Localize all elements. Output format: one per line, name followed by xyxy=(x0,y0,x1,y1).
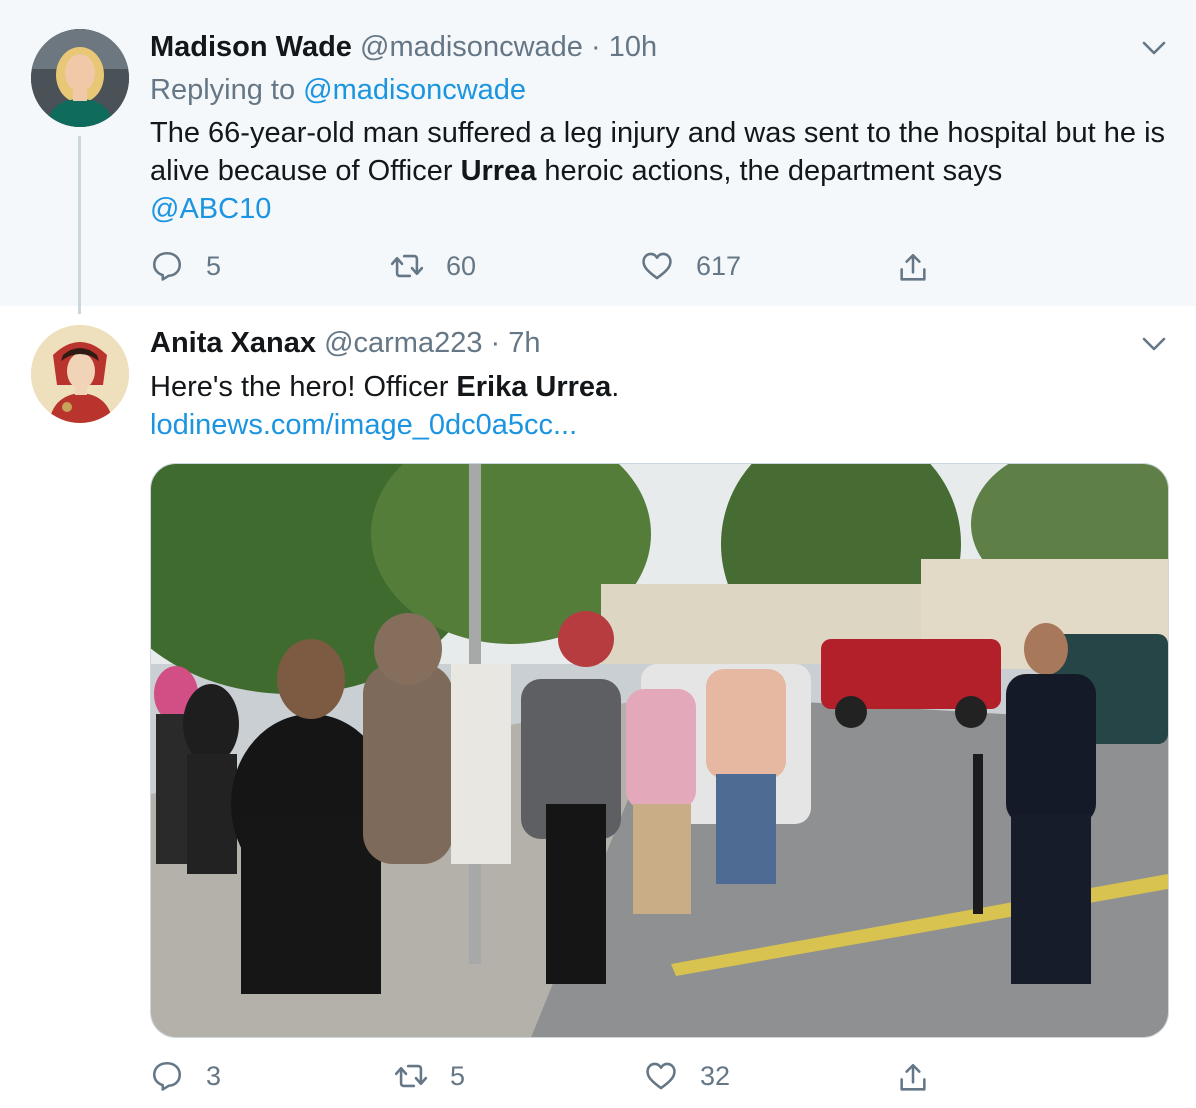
avatar[interactable] xyxy=(31,29,129,127)
tweet-madison-wade[interactable]: Madison Wade @madisoncwade · 10h Replyin… xyxy=(0,0,1196,314)
author-name[interactable]: Anita Xanax xyxy=(150,327,316,359)
street-scene-photo xyxy=(151,464,1168,1037)
like-icon xyxy=(646,1062,676,1090)
share-icon xyxy=(900,253,926,281)
avatar-illustration xyxy=(31,325,129,423)
tweet-header: Madison Wade @madisoncwade · 10h xyxy=(150,29,657,65)
thread-line xyxy=(78,136,81,314)
reply-button[interactable]: 3 xyxy=(150,1056,221,1096)
tweet-text-part: heroic actions, the department says xyxy=(536,155,1003,187)
timestamp[interactable]: 7h xyxy=(508,327,540,359)
share-icon xyxy=(900,1063,926,1091)
author-name[interactable]: Madison Wade xyxy=(150,31,352,63)
retweet-icon xyxy=(390,254,424,278)
replying-label: Replying to xyxy=(150,74,296,106)
like-button[interactable]: 32 xyxy=(644,1056,730,1096)
author-handle[interactable]: @madisoncwade xyxy=(360,31,583,63)
mention-link[interactable]: @ABC10 xyxy=(150,193,271,225)
avatar[interactable] xyxy=(31,325,129,423)
like-button[interactable]: 617 xyxy=(640,246,741,286)
tweet-text-part: . xyxy=(611,371,620,403)
like-count: 617 xyxy=(696,250,742,281)
timestamp[interactable]: 10h xyxy=(609,31,657,63)
retweet-icon xyxy=(394,1064,428,1088)
tweet-text-bold: Erika Urrea xyxy=(456,371,612,403)
like-count: 32 xyxy=(700,1060,731,1091)
retweet-count: 60 xyxy=(446,250,477,281)
reply-button[interactable]: 5 xyxy=(150,246,221,286)
tweet-text-part: Here's the hero! Officer xyxy=(150,371,457,403)
tweet-photo[interactable] xyxy=(150,463,1169,1038)
chevron-down-icon[interactable] xyxy=(1140,330,1168,358)
tweet-text: Here's the hero! Officer Erika Urrea. lod… xyxy=(150,368,1180,444)
separator-dot: · xyxy=(590,31,601,63)
reply-icon xyxy=(152,1061,182,1091)
url-link[interactable]: lodinews.com/image_0dc0a5cc... xyxy=(150,409,577,441)
separator-dot: · xyxy=(490,327,501,359)
tweet-header: Anita Xanax @carma223 · 7h xyxy=(150,325,541,361)
share-button[interactable] xyxy=(896,1058,930,1098)
like-icon xyxy=(642,252,672,280)
share-button[interactable] xyxy=(896,248,930,288)
avatar-photo xyxy=(31,29,129,127)
reply-icon xyxy=(152,251,182,281)
tweet-text-bold: Urrea xyxy=(460,155,537,187)
reply-count: 3 xyxy=(206,1060,222,1091)
retweet-button[interactable]: 5 xyxy=(394,1056,465,1096)
chevron-down-icon[interactable] xyxy=(1140,34,1168,62)
replying-to: Replying to @madisoncwade xyxy=(150,72,526,108)
author-handle[interactable]: @carma223 xyxy=(324,327,482,359)
reply-count: 5 xyxy=(206,250,222,281)
retweet-button[interactable]: 60 xyxy=(390,246,476,286)
retweet-count: 5 xyxy=(450,1060,466,1091)
tweet-text: The 66-year-old man suffered a leg injur… xyxy=(150,114,1180,228)
replying-handle-link[interactable]: @madisoncwade xyxy=(303,74,526,106)
